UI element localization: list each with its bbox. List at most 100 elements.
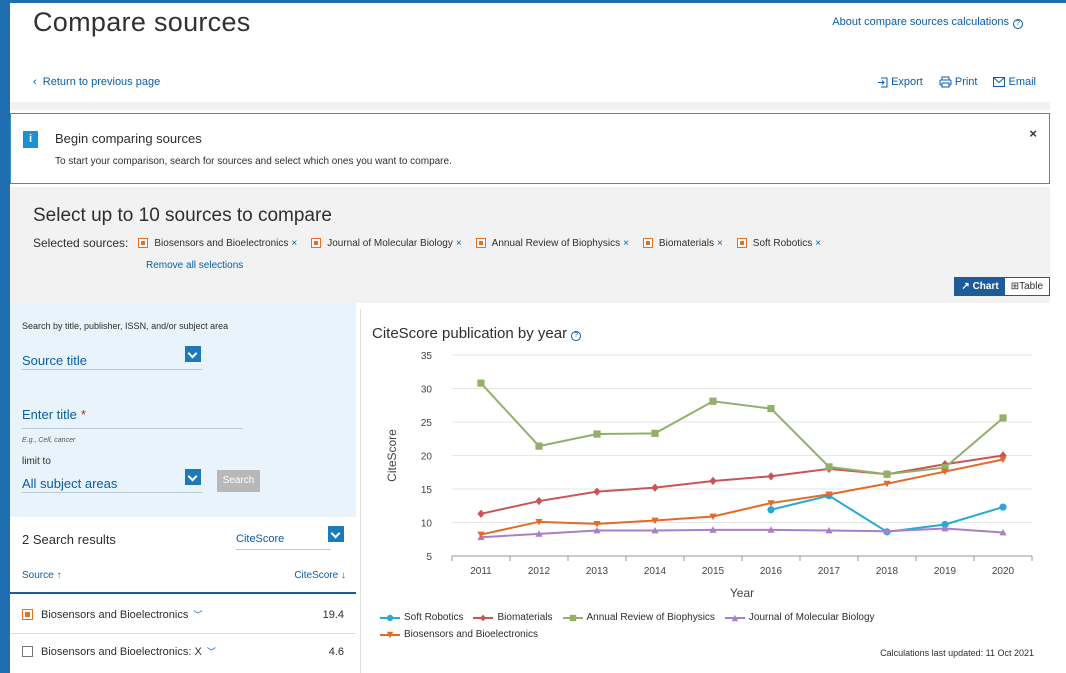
- legend-swatch: [562, 614, 583, 621]
- email-label[interactable]: Email: [1008, 76, 1036, 88]
- data-point[interactable]: [593, 430, 601, 438]
- column-header-source[interactable]: Source ↑: [22, 570, 61, 581]
- table-row[interactable]: Biosensors and Bioelectronics ﹀ 19.4: [22, 608, 344, 621]
- data-point[interactable]: [767, 506, 775, 514]
- remove-icon[interactable]: ×: [456, 238, 462, 249]
- table-view-label[interactable]: Table: [1019, 281, 1043, 292]
- legend-label[interactable]: Biomaterials: [497, 612, 552, 623]
- export-button[interactable]: Export: [877, 76, 923, 88]
- email-button[interactable]: Email: [993, 76, 1036, 88]
- chart-view-label[interactable]: Chart: [973, 281, 999, 292]
- citescore-value: 4.6: [328, 645, 344, 658]
- remove-icon[interactable]: ×: [623, 238, 629, 249]
- y-tick-label: 5: [426, 552, 432, 563]
- data-point[interactable]: [709, 397, 717, 405]
- title-input-placeholder[interactable]: Enter title: [22, 407, 77, 422]
- chevron-down-icon[interactable]: [328, 526, 344, 542]
- legend-item[interactable]: Soft Robotics: [380, 612, 463, 623]
- checkbox[interactable]: [138, 238, 149, 248]
- close-icon[interactable]: ×: [1029, 126, 1037, 141]
- x-tick-label: 2018: [876, 566, 899, 577]
- about-calculations-link[interactable]: About compare sources calculations?: [832, 16, 1023, 29]
- data-point[interactable]: [999, 503, 1007, 511]
- citescore-value: 19.4: [322, 608, 344, 621]
- page-title: Compare sources: [33, 7, 251, 37]
- print-button[interactable]: Print: [939, 76, 978, 88]
- selected-sources: Selected sources: Biosensors and Bioelec…: [33, 236, 835, 250]
- about-link-label[interactable]: About compare sources calculations: [832, 16, 1009, 28]
- y-axis-label: CiteScore: [385, 429, 399, 482]
- data-point[interactable]: [825, 463, 833, 471]
- arrow-down-icon: ↓: [341, 570, 346, 581]
- remove-all-link[interactable]: Remove all selections: [146, 260, 243, 271]
- chip-label: Biomaterials: [658, 237, 714, 249]
- legend-label[interactable]: Journal of Molecular Biology: [749, 612, 875, 623]
- remove-icon[interactable]: ×: [717, 238, 723, 249]
- return-link-label[interactable]: Return to previous page: [43, 76, 160, 88]
- title-input[interactable]: Enter title *: [22, 407, 86, 422]
- export-icon: [878, 77, 888, 87]
- data-point[interactable]: [709, 476, 717, 486]
- series-line: [480, 382, 1004, 476]
- data-point[interactable]: [651, 483, 659, 492]
- field-type-underline: [22, 369, 202, 370]
- chart-view-button[interactable]: ↗ Chart: [955, 278, 1005, 295]
- remove-icon[interactable]: ×: [291, 238, 297, 249]
- field-type-select[interactable]: Source title: [22, 353, 87, 368]
- x-tick-label: 2012: [528, 566, 551, 577]
- title-example: E.g., Cell, cancer: [22, 437, 76, 444]
- checkbox[interactable]: [22, 609, 33, 620]
- data-point[interactable]: [883, 470, 891, 478]
- sort-select[interactable]: CiteScore: [236, 533, 284, 545]
- data-point[interactable]: [767, 472, 775, 481]
- series-line: [480, 454, 1004, 515]
- return-link[interactable]: ‹ Return to previous page: [33, 76, 160, 88]
- remove-icon[interactable]: ×: [815, 238, 821, 249]
- help-icon[interactable]: ?: [1013, 19, 1023, 29]
- legend-item[interactable]: Biosensors and Bioelectronics: [380, 629, 538, 640]
- legend-item[interactable]: Journal of Molecular Biology: [724, 612, 875, 623]
- data-point[interactable]: [535, 442, 543, 450]
- calculations-updated: Calculations last updated: 11 Oct 2021: [880, 648, 1034, 658]
- export-label[interactable]: Export: [891, 76, 923, 88]
- chevron-down-icon[interactable]: ﹀: [207, 647, 216, 657]
- data-point[interactable]: [477, 509, 485, 518]
- row-divider: [10, 633, 356, 634]
- data-point[interactable]: [767, 405, 775, 413]
- data-point[interactable]: [535, 496, 543, 506]
- legend-item[interactable]: Annual Review of Biophysics: [562, 612, 715, 623]
- header-divider: [10, 102, 1050, 110]
- data-point[interactable]: [477, 379, 485, 387]
- checkbox[interactable]: [736, 238, 747, 248]
- chevron-down-icon[interactable]: ﹀: [193, 610, 202, 620]
- chevron-down-icon[interactable]: [185, 346, 201, 362]
- source-name[interactable]: Biosensors and Bioelectronics: [41, 609, 188, 621]
- column-header-citescore[interactable]: CiteScore ↓: [294, 570, 346, 581]
- subject-area-select[interactable]: All subject areas: [22, 476, 117, 491]
- checkbox[interactable]: [642, 238, 653, 248]
- search-instructions: Search by title, publisher, ISSN, and/or…: [22, 321, 229, 331]
- legend-label[interactable]: Biosensors and Bioelectronics: [404, 629, 538, 640]
- info-title: Begin comparing sources: [55, 131, 202, 146]
- legend-label[interactable]: Annual Review of Biophysics: [587, 612, 715, 623]
- print-label[interactable]: Print: [955, 76, 978, 88]
- page: Compare sources About compare sources ca…: [10, 3, 1066, 673]
- info-icon: i: [23, 131, 38, 148]
- column-source-label[interactable]: Source: [22, 570, 54, 581]
- legend-item[interactable]: Biomaterials: [473, 612, 553, 623]
- x-tick-label: 2017: [818, 566, 841, 577]
- table-header-line: [10, 592, 356, 594]
- checkbox[interactable]: [22, 646, 33, 657]
- column-citescore-label[interactable]: CiteScore: [294, 570, 338, 581]
- legend-label[interactable]: Soft Robotics: [404, 612, 463, 623]
- data-point[interactable]: [999, 414, 1007, 422]
- chevron-down-icon[interactable]: [185, 469, 201, 485]
- checkbox[interactable]: [311, 238, 322, 248]
- search-button[interactable]: Search: [217, 470, 260, 492]
- table-row[interactable]: Biosensors and Bioelectronics: X ﹀ 4.6: [22, 645, 344, 658]
- data-point[interactable]: [651, 429, 659, 437]
- table-view-button[interactable]: ⊞Table: [1004, 278, 1049, 295]
- source-name[interactable]: Biosensors and Bioelectronics: X: [41, 646, 202, 658]
- x-tick-label: 2016: [760, 566, 783, 577]
- checkbox[interactable]: [475, 238, 486, 248]
